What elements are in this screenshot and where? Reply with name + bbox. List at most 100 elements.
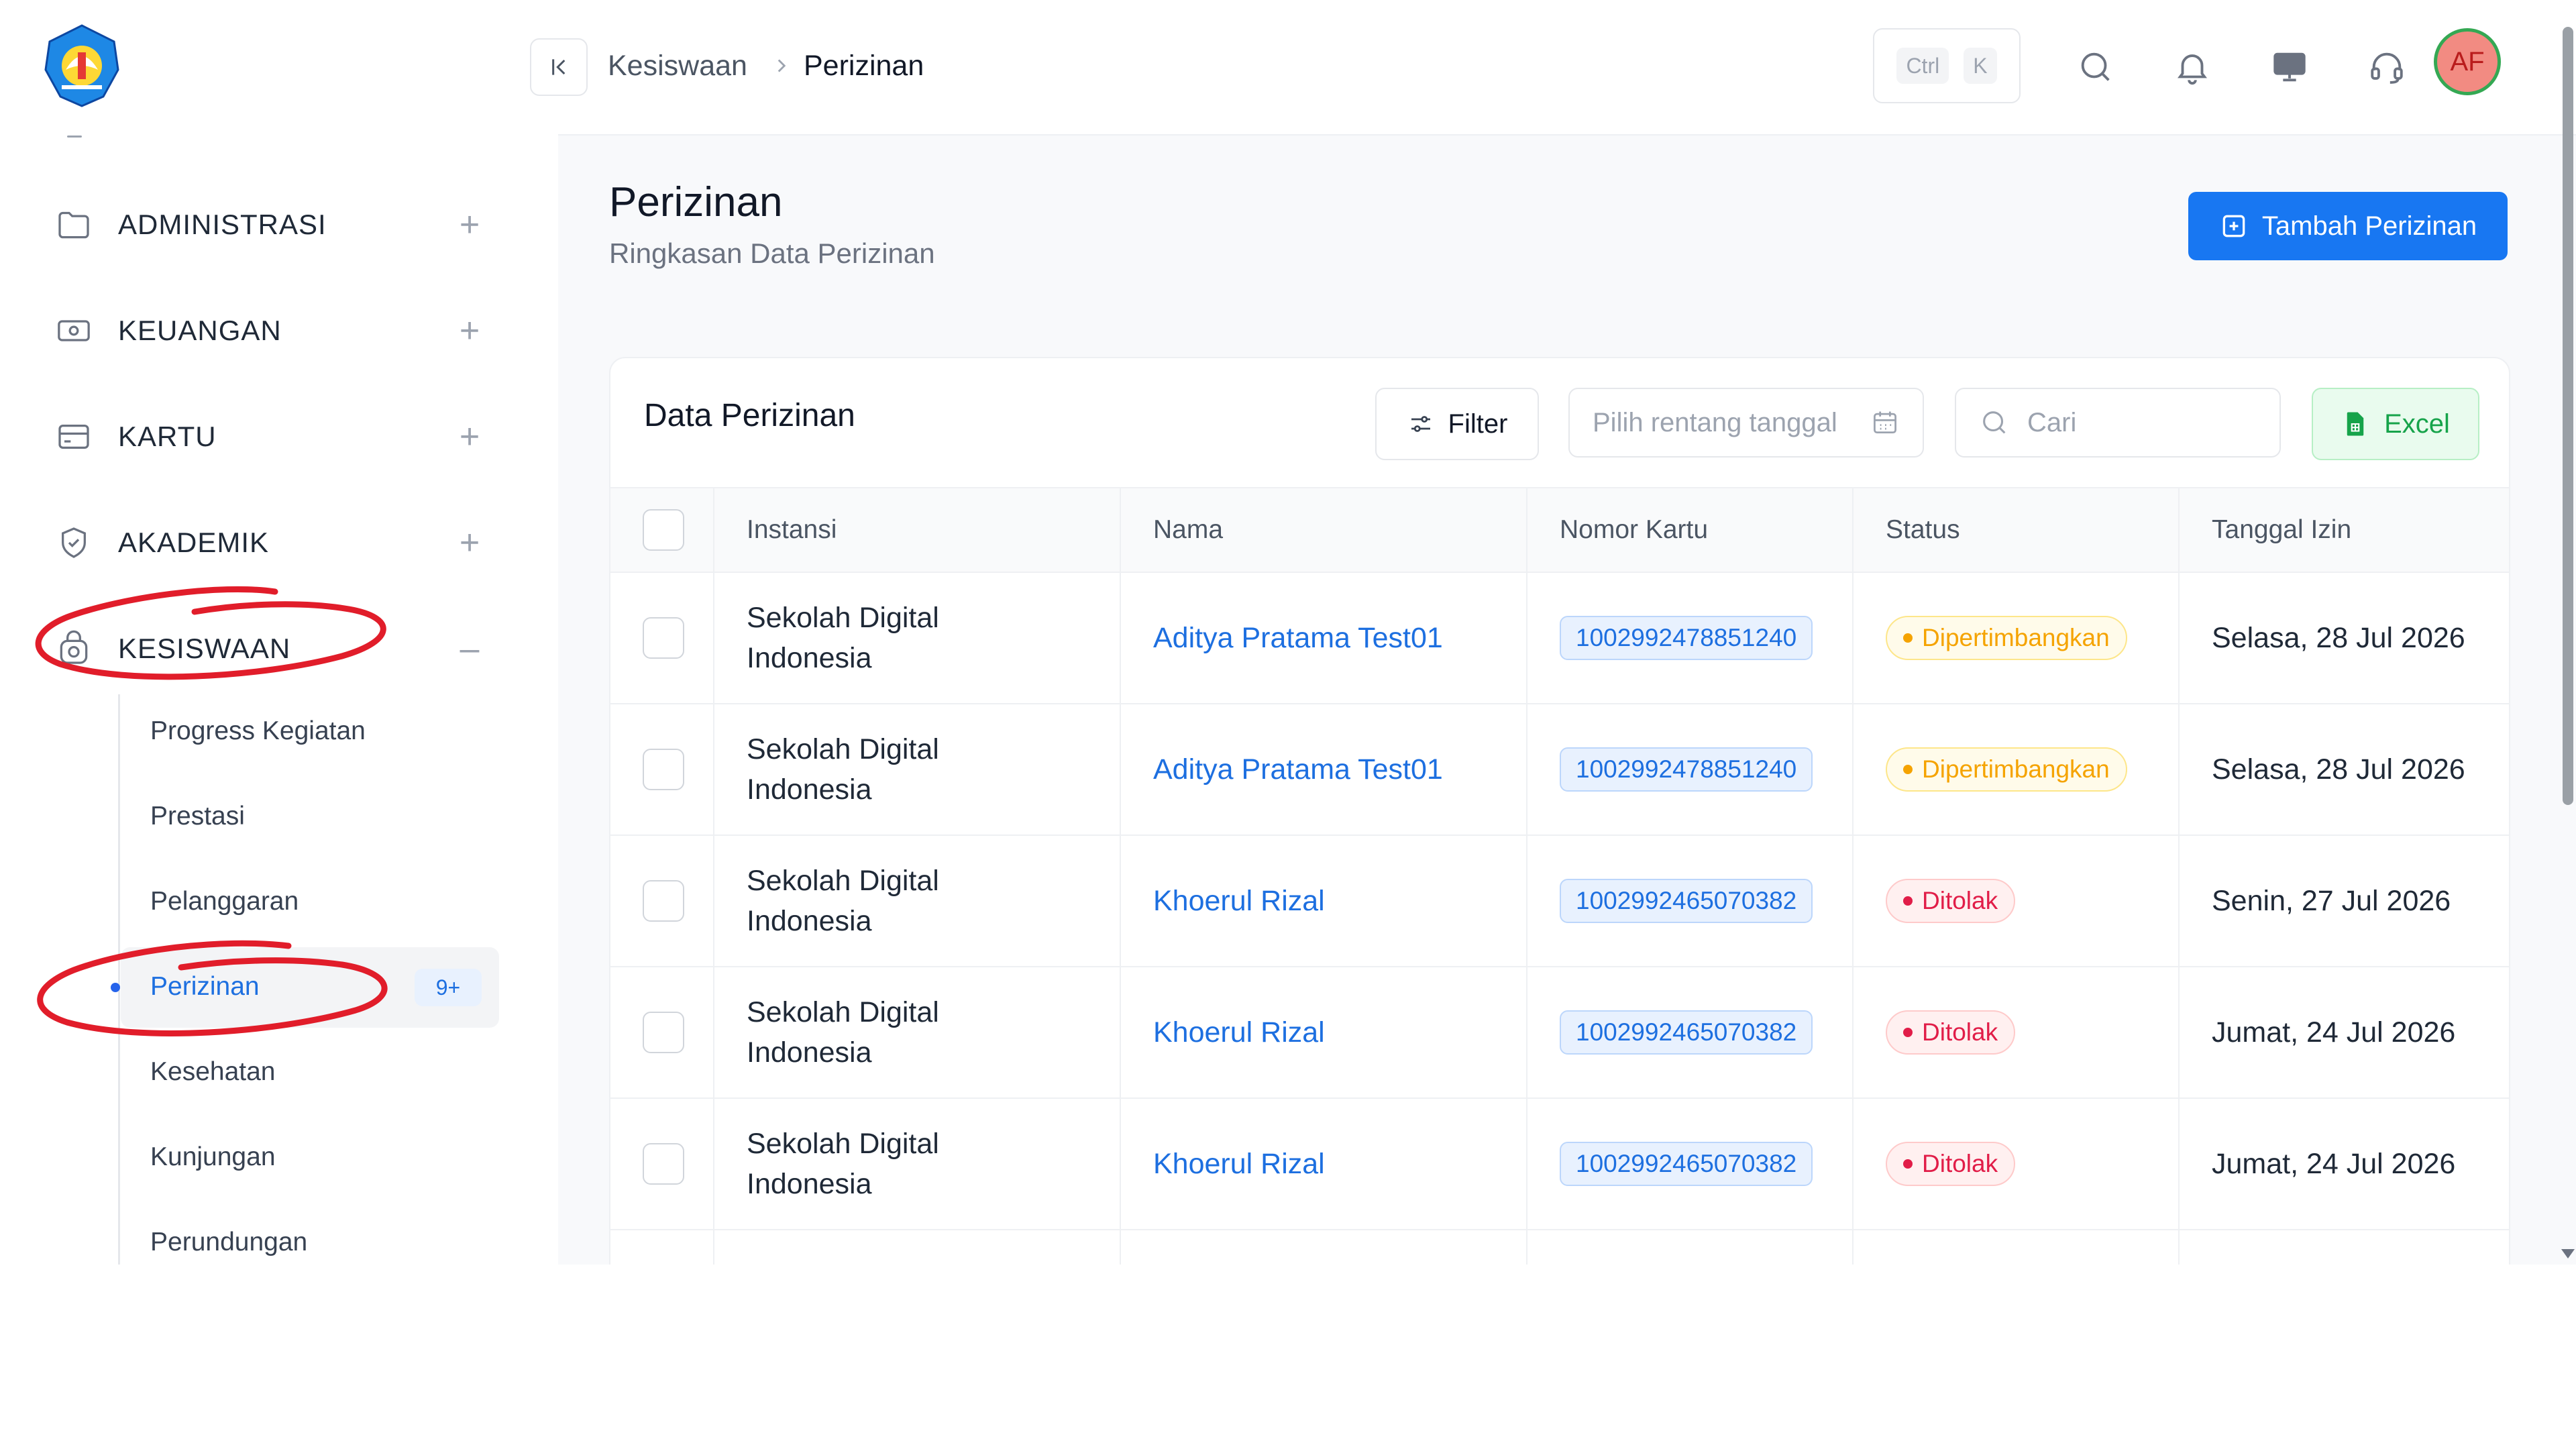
menu-kesiswaan[interactable]: KESISWAAN – [54, 619, 490, 679]
row-checkbox[interactable] [643, 1143, 684, 1185]
status-cell: Dipertimbangkan [1852, 704, 2179, 836]
collapse-sidebar-button[interactable] [530, 38, 588, 96]
menu-label: ADMINISTRASI [118, 209, 327, 240]
nomor-kartu-cell: 1002992465070382 [1526, 835, 1853, 967]
expand-icon[interactable]: + [449, 523, 490, 563]
tanggal-cell: Senin, 27 Jul 2026 [2178, 835, 2509, 967]
status-label: Ditolak [1922, 1150, 1998, 1177]
student-name-link[interactable]: Khoerul Rizal [1153, 885, 1325, 917]
nomor-kartu-cell: 1002992478851240 [1526, 704, 1853, 836]
select-all-checkbox[interactable] [643, 509, 684, 551]
card-number-badge: 1002992465070382 [1560, 1010, 1813, 1055]
column-header-nama[interactable]: Nama [1120, 487, 1527, 573]
status-cell: Dipertimbangkan [1852, 572, 2179, 704]
filter-button[interactable]: Filter [1375, 388, 1539, 460]
submenu-item-perundungan[interactable]: Perundungan [150, 1216, 307, 1265]
column-header-instansi[interactable]: Instansi [713, 487, 1120, 573]
status-cell [1852, 1230, 2179, 1265]
badge-icon [54, 523, 94, 563]
tanggal-izin: Jumat, 24 Jul 2026 [2212, 1147, 2456, 1180]
expand-icon[interactable]: + [449, 311, 490, 351]
instansi-cell: Sekolah Digital Indonesia [713, 835, 1120, 967]
status-badge: Dipertimbangkan [1886, 747, 2127, 792]
student-name-link[interactable]: Khoerul Rizal [1153, 1148, 1325, 1180]
logo[interactable] [39, 23, 125, 109]
submenu-item-kunjungan[interactable]: Kunjungan [150, 1130, 276, 1184]
headset-icon[interactable] [2361, 42, 2412, 93]
status-label: Dipertimbangkan [1922, 624, 2110, 651]
submenu-label-perizinan[interactable]: Perizinan [150, 960, 260, 1014]
row-checkbox[interactable] [643, 749, 684, 790]
add-permission-button[interactable]: Tambah Perizinan [2188, 192, 2508, 260]
date-range-input[interactable]: Pilih rentang tanggal [1568, 388, 1924, 458]
instansi-line: Sekolah Digital [747, 996, 939, 1028]
table-row[interactable]: Sekolah Digital [610, 1230, 2509, 1265]
calendar-icon [1874, 411, 1896, 434]
card-icon [54, 417, 94, 457]
instansi-cell: Sekolah Digital [713, 1230, 1120, 1265]
submenu-item-progress-kegiatan[interactable]: Progress Kegiatan [150, 704, 366, 758]
instansi-line: Sekolah Digital [747, 1128, 939, 1160]
table-row[interactable]: Sekolah Digital Indonesia Khoerul Rizal … [610, 835, 2509, 967]
nama-cell [1120, 1230, 1527, 1265]
tanggal-cell: Jumat, 24 Jul 2026 [2178, 1098, 2509, 1230]
avatar[interactable]: AF [2434, 28, 2501, 95]
chevron-right-icon [770, 42, 793, 90]
menu-label: KESISWAAN [118, 633, 291, 664]
student-name-link[interactable]: Aditya Pratama Test01 [1153, 622, 1443, 654]
row-select-cell [610, 572, 714, 704]
table-row[interactable]: Sekolah Digital Indonesia Khoerul Rizal … [610, 1098, 2509, 1230]
card-number-badge: 1002992478851240 [1560, 616, 1813, 660]
search-icon[interactable] [2070, 42, 2121, 93]
row-select-cell [610, 835, 714, 967]
table-row[interactable]: Sekolah Digital Indonesia Aditya Pratama… [610, 704, 2509, 836]
menu-keuangan[interactable]: KEUANGAN + [54, 301, 490, 361]
row-select-cell [610, 1098, 714, 1230]
submenu-item-kesehatan[interactable]: Kesehatan [150, 1045, 276, 1099]
status-badge: Ditolak [1886, 1010, 2016, 1055]
column-header-nomor-kartu[interactable]: Nomor Kartu [1526, 487, 1853, 573]
submenu-item-pelanggaran[interactable]: Pelanggaran [150, 875, 299, 928]
submenu-item-prestasi[interactable]: Prestasi [150, 790, 245, 843]
menu-administrasi[interactable]: ADMINISTRASI + [54, 195, 490, 255]
menu-akademik[interactable]: AKADEMIK + [54, 513, 490, 573]
row-checkbox[interactable] [643, 1012, 684, 1053]
row-checkbox[interactable] [643, 617, 684, 659]
divider [67, 136, 82, 138]
column-header-tanggal-izin[interactable]: Tanggal Izin [2178, 487, 2509, 573]
scroll-down-arrow[interactable] [2561, 1249, 2575, 1258]
scrollbar[interactable] [2563, 27, 2573, 805]
breadcrumb-item[interactable]: Kesiswaan [608, 42, 747, 90]
search-input[interactable]: Cari [1955, 388, 2281, 458]
instansi-line: Indonesia [747, 642, 872, 674]
menu-kartu[interactable]: KARTU + [54, 407, 490, 467]
bell-icon[interactable] [2167, 42, 2218, 93]
select-all-cell [610, 487, 714, 573]
command-palette-button[interactable]: Ctrl K [1873, 28, 2021, 103]
student-name-link[interactable]: Aditya Pratama Test01 [1153, 753, 1443, 786]
sidebar: ADMINISTRASI + KEUANGAN + KARTU + AKADEM… [0, 0, 558, 1265]
count-badge: 9+ [415, 969, 482, 1006]
plus-square-icon [2222, 215, 2245, 237]
column-header-status[interactable]: Status [1852, 487, 2179, 573]
expand-icon[interactable]: + [449, 417, 490, 457]
table-row[interactable]: Sekolah Digital Indonesia Khoerul Rizal … [610, 967, 2509, 1099]
status-dot [1903, 1028, 1913, 1037]
status-cell: Ditolak [1852, 1098, 2179, 1230]
monitor-icon[interactable] [2264, 42, 2315, 93]
table-row[interactable]: Sekolah Digital Indonesia Aditya Pratama… [610, 572, 2509, 704]
instansi-cell: Sekolah Digital Indonesia [713, 1098, 1120, 1230]
excel-export-button[interactable]: Excel [2312, 388, 2479, 460]
expand-icon[interactable]: + [449, 205, 490, 245]
row-checkbox[interactable] [643, 880, 684, 922]
page-title: Perizinan [609, 179, 783, 225]
banknote-icon [54, 311, 94, 351]
menu-label: KEUANGAN [118, 315, 282, 346]
collapse-icon[interactable]: – [449, 629, 490, 669]
date-range-placeholder: Pilih rentang tanggal [1593, 407, 1837, 437]
excel-label: Excel [2384, 409, 2450, 439]
nomor-kartu-cell: 1002992465070382 [1526, 967, 1853, 1099]
card-number-badge: 1002992465070382 [1560, 1142, 1813, 1186]
instansi-line: Sekolah Digital [747, 602, 939, 634]
student-name-link[interactable]: Khoerul Rizal [1153, 1016, 1325, 1049]
